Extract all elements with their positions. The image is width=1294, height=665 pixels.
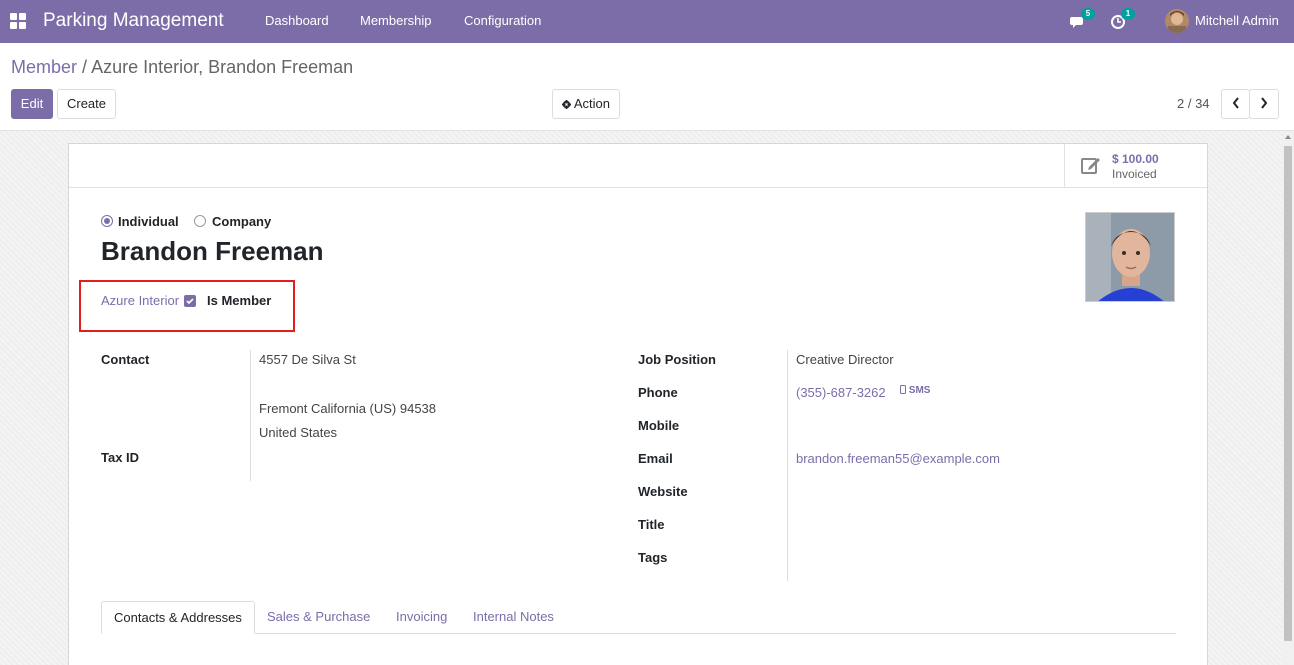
breadcrumb-parent[interactable]: Member <box>11 57 77 77</box>
individual-radio[interactable] <box>101 215 113 227</box>
scroll-up-icon[interactable] <box>1285 135 1291 139</box>
highlight-box <box>79 280 295 332</box>
email-label: Email <box>638 451 673 466</box>
notebook-tabs: Contacts & Addresses Sales & Purchase In… <box>101 601 1176 634</box>
company-radio[interactable] <box>194 215 206 227</box>
breadcrumb: Member / Azure Interior, Brandon Freeman <box>11 57 353 78</box>
pager-next-button[interactable] <box>1249 89 1279 119</box>
pager-value[interactable]: 2 / 34 <box>1177 96 1210 111</box>
tab-contacts-addresses[interactable]: Contacts & Addresses <box>101 601 255 634</box>
right-group-divider <box>787 350 788 581</box>
edit-square-icon <box>1081 158 1100 174</box>
phone-field[interactable]: (355)-687-3262 <box>796 385 886 400</box>
street-field[interactable]: 4557 De Silva St <box>259 352 356 367</box>
country-field[interactable]: United States <box>259 425 337 440</box>
button-box: $ 100.00 Invoiced <box>69 144 1207 188</box>
job-position-label: Job Position <box>638 352 716 367</box>
email-field[interactable]: brandon.freeman55@example.com <box>796 451 1000 466</box>
website-label: Website <box>638 484 688 499</box>
tags-label: Tags <box>638 550 668 565</box>
job-position-field[interactable]: Creative Director <box>796 352 894 367</box>
invoiced-stat-button[interactable]: $ 100.00 Invoiced <box>1064 144 1207 187</box>
invoiced-value: $ 100.00 <box>1112 152 1159 166</box>
user-name[interactable]: Mitchell Admin <box>1195 13 1279 28</box>
user-avatar[interactable] <box>1165 9 1189 33</box>
action-label: Action <box>573 96 611 111</box>
menu-membership[interactable]: Membership <box>360 13 432 28</box>
title-label: Title <box>638 517 665 532</box>
messages-count-badge: 5 <box>1081 8 1095 20</box>
action-button[interactable]: Action <box>552 89 620 119</box>
form-sheet: $ 100.00 Invoiced Individual Company Bra… <box>68 143 1208 665</box>
create-button[interactable]: Create <box>57 89 116 119</box>
sms-label: SMS <box>908 385 931 396</box>
top-navbar: Parking Management Dashboard Membership … <box>0 0 1294 43</box>
phone-label: Phone <box>638 385 678 400</box>
apps-menu-icon[interactable] <box>10 13 27 30</box>
tab-sales-purchase[interactable]: Sales & Purchase <box>255 601 382 634</box>
chevron-right-icon <box>1261 97 1268 109</box>
edit-button[interactable]: Edit <box>11 89 53 119</box>
breadcrumb-current: Azure Interior, Brandon Freeman <box>91 57 354 77</box>
tab-invoicing[interactable]: Invoicing <box>384 601 459 634</box>
invoiced-label: Invoiced <box>1112 167 1157 181</box>
city-state-zip-field[interactable]: Fremont California (US) 94538 <box>259 401 436 416</box>
gear-icon <box>561 100 571 109</box>
pager-previous-button[interactable] <box>1221 89 1250 119</box>
menu-dashboard[interactable]: Dashboard <box>265 13 329 28</box>
company-radio-label[interactable]: Company <box>212 214 271 229</box>
individual-radio-label[interactable]: Individual <box>118 214 179 229</box>
partner-name[interactable]: Brandon Freeman <box>101 236 324 267</box>
menu-configuration[interactable]: Configuration <box>464 13 541 28</box>
mobile-label: Mobile <box>638 418 680 433</box>
chevron-left-icon <box>1232 97 1239 109</box>
partner-photo[interactable] <box>1085 212 1175 302</box>
contact-label: Contact <box>101 352 150 367</box>
app-brand[interactable]: Parking Management <box>43 10 224 32</box>
breadcrumb-separator: / <box>82 57 88 77</box>
vertical-scrollbar[interactable] <box>1282 131 1294 665</box>
tab-internal-notes[interactable]: Internal Notes <box>461 601 566 634</box>
sms-button[interactable]: SMS <box>900 385 930 396</box>
left-group-divider <box>250 350 251 481</box>
mobile-icon <box>900 385 906 394</box>
tax-id-label: Tax ID <box>101 450 140 465</box>
scrollbar-thumb[interactable] <box>1284 146 1292 641</box>
activities-count-badge: 1 <box>1121 8 1135 20</box>
